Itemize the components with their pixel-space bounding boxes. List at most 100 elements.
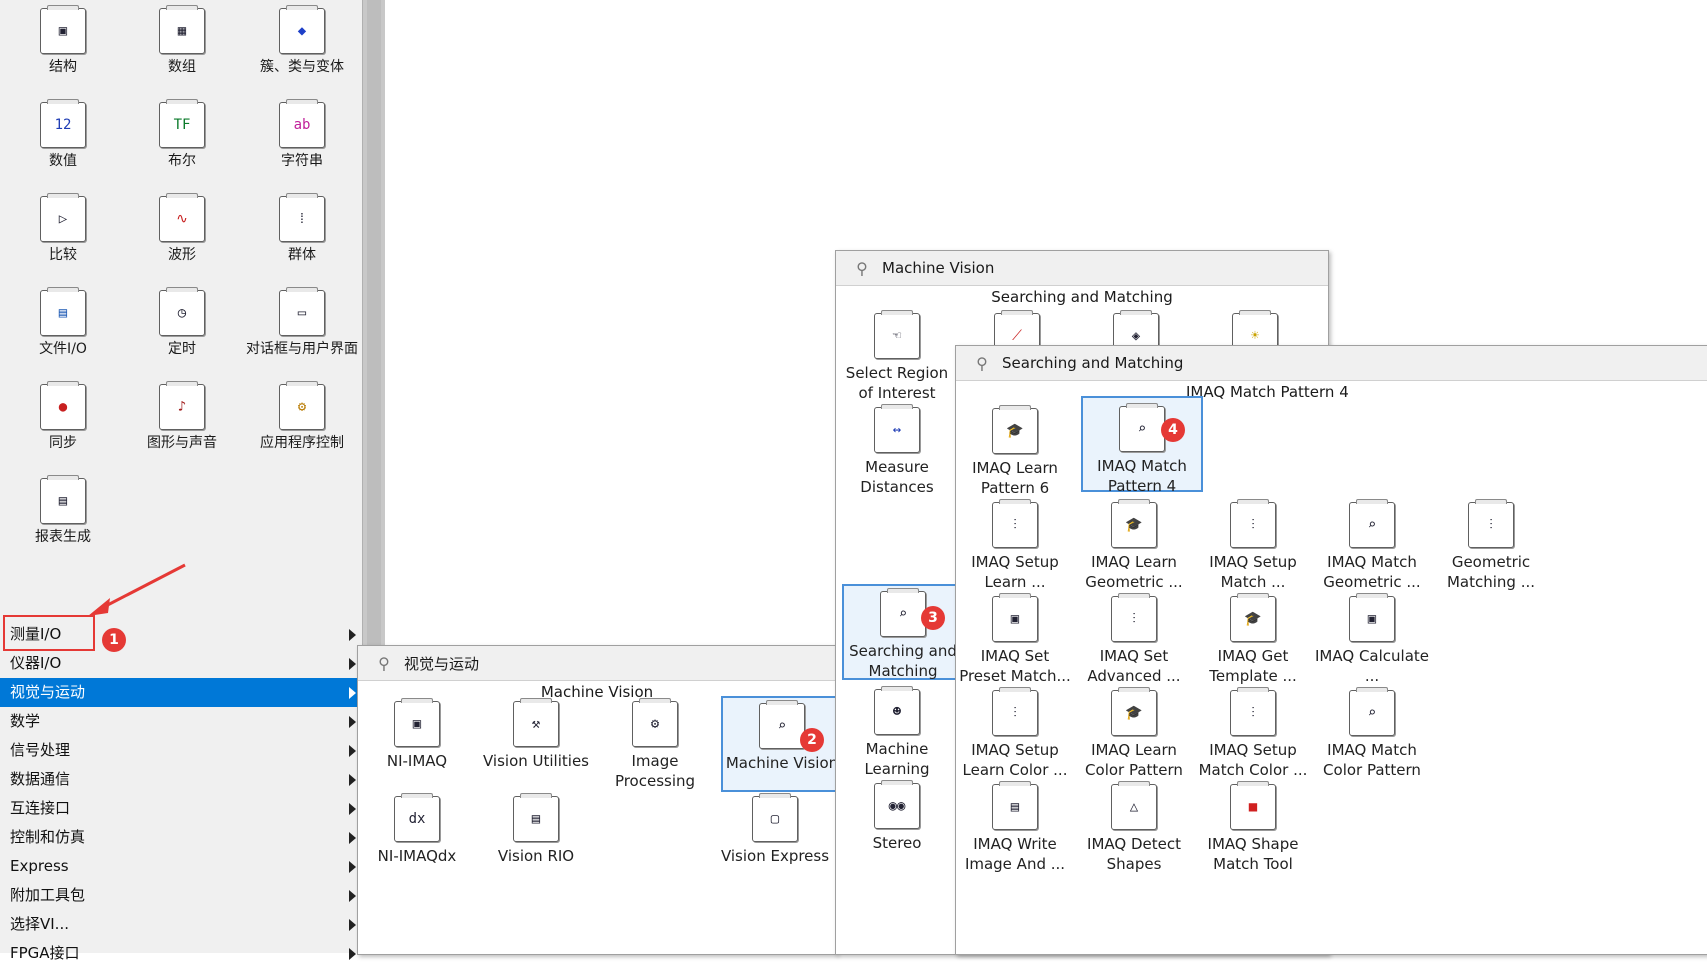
- machine-learning-icon: ☻: [874, 686, 920, 735]
- scrollbar-thumb[interactable]: [367, 0, 381, 690]
- group-icon: ⁞: [279, 193, 325, 242]
- pin-icon[interactable]: ⚲: [374, 654, 394, 673]
- category-menu: 测量I/O 仪器I/O 视觉与运动 数学 信号处理 数据通信 互连接口 控制和仿…: [0, 620, 362, 968]
- menu-item-addons[interactable]: 附加工具包: [0, 881, 362, 910]
- palette-item-boolean[interactable]: TF 布尔: [122, 99, 242, 171]
- palette-item-string[interactable]: ab 字符串: [242, 99, 362, 171]
- item-detect-shapes[interactable]: △ IMAQ Detect Shapes: [1075, 781, 1193, 874]
- array-icon: ▦: [159, 5, 205, 54]
- vision-motion-popup: ⚲ 视觉与运动 Machine Vision ▣ NI-IMAQ ⚒ Visio…: [357, 645, 843, 955]
- boolean-icon: TF: [159, 99, 205, 148]
- chevron-right-icon: [349, 629, 356, 641]
- palette-item-numeric[interactable]: 12 数值: [3, 99, 123, 171]
- palette-item-array[interactable]: ▦ 数组: [122, 5, 242, 77]
- palette-item-report[interactable]: ▤ 报表生成: [3, 475, 123, 547]
- stereo-icon: ◉◉: [874, 780, 920, 829]
- preset-match-icon: ▣: [992, 593, 1038, 642]
- palette-item-dialog[interactable]: ▭ 对话框与用户界面: [242, 287, 362, 359]
- numeric-icon: 12: [40, 99, 86, 148]
- sync-icon: ●: [40, 381, 86, 430]
- popup-subtitle: Searching and Matching: [991, 288, 1173, 306]
- item-learn-pattern-6[interactable]: 🎓 IMAQ Learn Pattern 6: [956, 405, 1074, 498]
- palette-item-timing[interactable]: ◷ 定时: [122, 287, 242, 359]
- timing-icon: ◷: [159, 287, 205, 336]
- chevron-right-icon: [349, 774, 356, 786]
- pin-icon[interactable]: ⚲: [852, 259, 872, 278]
- palette-item-comparison[interactable]: ▷ 比较: [3, 193, 123, 265]
- popup-header: ⚲ Machine Vision: [836, 251, 1328, 286]
- graphics-sound-icon: ♪: [159, 381, 205, 430]
- item-match-color-pattern[interactable]: ⌕ IMAQ Match Color Pattern: [1313, 687, 1431, 780]
- palette-item-app-control[interactable]: ⚙ 应用程序控制: [242, 381, 362, 453]
- palette-item-cluster[interactable]: ◆ 簇、类与变体: [242, 5, 362, 77]
- item-setup-learn[interactable]: ⫶ IMAQ Setup Learn ...: [956, 499, 1074, 592]
- machine-vision-icon: ⌕: [759, 700, 805, 749]
- item-vision-express[interactable]: ▢ Vision Express: [716, 793, 834, 866]
- item-match-geometric[interactable]: ⌕ IMAQ Match Geometric ...: [1313, 499, 1431, 592]
- annotation-box-1: [3, 615, 95, 651]
- menu-item-express[interactable]: Express: [0, 852, 362, 881]
- menu-item-instrument-io[interactable]: 仪器I/O: [0, 649, 362, 678]
- menu-item-select-vi[interactable]: 选择VI...: [0, 910, 362, 939]
- palette-item-file-io[interactable]: ▤ 文件I/O: [3, 287, 123, 359]
- item-get-template[interactable]: 🎓 IMAQ Get Template ...: [1194, 593, 1312, 686]
- item-select-roi[interactable]: ☜ Select Region of Interest: [838, 310, 956, 403]
- chevron-right-icon: [349, 687, 356, 699]
- item-measure-distances[interactable]: ↔ Measure Distances: [838, 404, 956, 497]
- item-searching-matching[interactable]: ⌕ Searching and Matching: [842, 584, 964, 680]
- menu-item-connectivity[interactable]: 互连接口: [0, 794, 362, 823]
- menu-item-control-sim[interactable]: 控制和仿真: [0, 823, 362, 852]
- detect-shapes-icon: △: [1111, 781, 1157, 830]
- popup-header: ⚲ Searching and Matching: [956, 346, 1707, 381]
- vision-express-icon: ▢: [752, 793, 798, 842]
- file-io-icon: ▤: [40, 287, 86, 336]
- structure-icon: ▣: [40, 5, 86, 54]
- menu-item-data-comm[interactable]: 数据通信: [0, 765, 362, 794]
- step-marker-3: 3: [921, 606, 945, 630]
- palette-item-structure[interactable]: ▣ 结构: [3, 5, 123, 77]
- app-control-icon: ⚙: [279, 381, 325, 430]
- item-ni-imaq[interactable]: ▣ NI-IMAQ: [358, 698, 476, 771]
- item-machine-learning[interactable]: ☻ Machine Learning: [838, 686, 956, 779]
- item-calculate[interactable]: ▣ IMAQ Calculate ...: [1313, 593, 1431, 686]
- geometric-matching-icon: ⫶: [1468, 499, 1514, 548]
- menu-item-vision-motion[interactable]: 视觉与运动: [0, 678, 362, 707]
- item-write-image[interactable]: ▤ IMAQ Write Image And ...: [956, 781, 1074, 874]
- chevron-right-icon: [349, 658, 356, 670]
- cluster-icon: ◆: [279, 5, 325, 54]
- vision-utilities-icon: ⚒: [513, 698, 559, 747]
- item-setup-match[interactable]: ⫶ IMAQ Setup Match ...: [1194, 499, 1312, 592]
- palette-item-group[interactable]: ⁞ 群体: [242, 193, 362, 265]
- item-vision-rio[interactable]: ▤ Vision RIO: [477, 793, 595, 866]
- item-setup-match-color[interactable]: ⫶ IMAQ Setup Match Color ...: [1194, 687, 1312, 780]
- set-advanced-icon: ⫶: [1111, 593, 1157, 642]
- setup-match-color-icon: ⫶: [1230, 687, 1276, 736]
- item-learn-color-pattern[interactable]: 🎓 IMAQ Learn Color Pattern: [1075, 687, 1193, 780]
- pin-icon[interactable]: ⚲: [972, 354, 992, 373]
- palette-item-graphics-sound[interactable]: ♪ 图形与声音: [122, 381, 242, 453]
- chevron-right-icon: [349, 745, 356, 757]
- item-shape-match-tool[interactable]: ■ IMAQ Shape Match Tool: [1194, 781, 1312, 874]
- item-match-pattern-4[interactable]: ⌕ IMAQ Match Pattern 4: [1081, 396, 1203, 495]
- item-ni-imaqdx[interactable]: dx NI-IMAQdx: [358, 793, 476, 866]
- palette-item-waveform[interactable]: ∿ 波形: [122, 193, 242, 265]
- comparison-icon: ▷: [40, 193, 86, 242]
- item-set-advanced[interactable]: ⫶ IMAQ Set Advanced ...: [1075, 593, 1193, 686]
- chevron-right-icon: [349, 890, 356, 902]
- string-icon: ab: [279, 99, 325, 148]
- item-learn-geometric[interactable]: 🎓 IMAQ Learn Geometric ...: [1075, 499, 1193, 592]
- menu-item-math[interactable]: 数学: [0, 707, 362, 736]
- item-stereo[interactable]: ◉◉ Stereo: [838, 780, 956, 853]
- menu-item-signal-processing[interactable]: 信号处理: [0, 736, 362, 765]
- item-geometric-matching[interactable]: ⫶ Geometric Matching ...: [1432, 499, 1550, 592]
- item-set-preset-match[interactable]: ▣ IMAQ Set Preset Match...: [956, 593, 1074, 686]
- item-machine-vision[interactable]: ⌕ Machine Vision: [721, 696, 843, 792]
- item-vision-utilities[interactable]: ⚒ Vision Utilities: [477, 698, 595, 771]
- ni-imaq-icon: ▣: [394, 698, 440, 747]
- menu-item-fpga[interactable]: FPGA接口: [0, 939, 362, 968]
- searching-matching-popup: ⚲ Searching and Matching IMAQ Match Patt…: [955, 345, 1707, 955]
- item-image-processing[interactable]: ⚙ Image Processing: [596, 698, 714, 791]
- palette-item-sync[interactable]: ● 同步: [3, 381, 123, 453]
- setup-match-icon: ⫶: [1230, 499, 1276, 548]
- item-setup-learn-color[interactable]: ⫶ IMAQ Setup Learn Color ...: [956, 687, 1074, 780]
